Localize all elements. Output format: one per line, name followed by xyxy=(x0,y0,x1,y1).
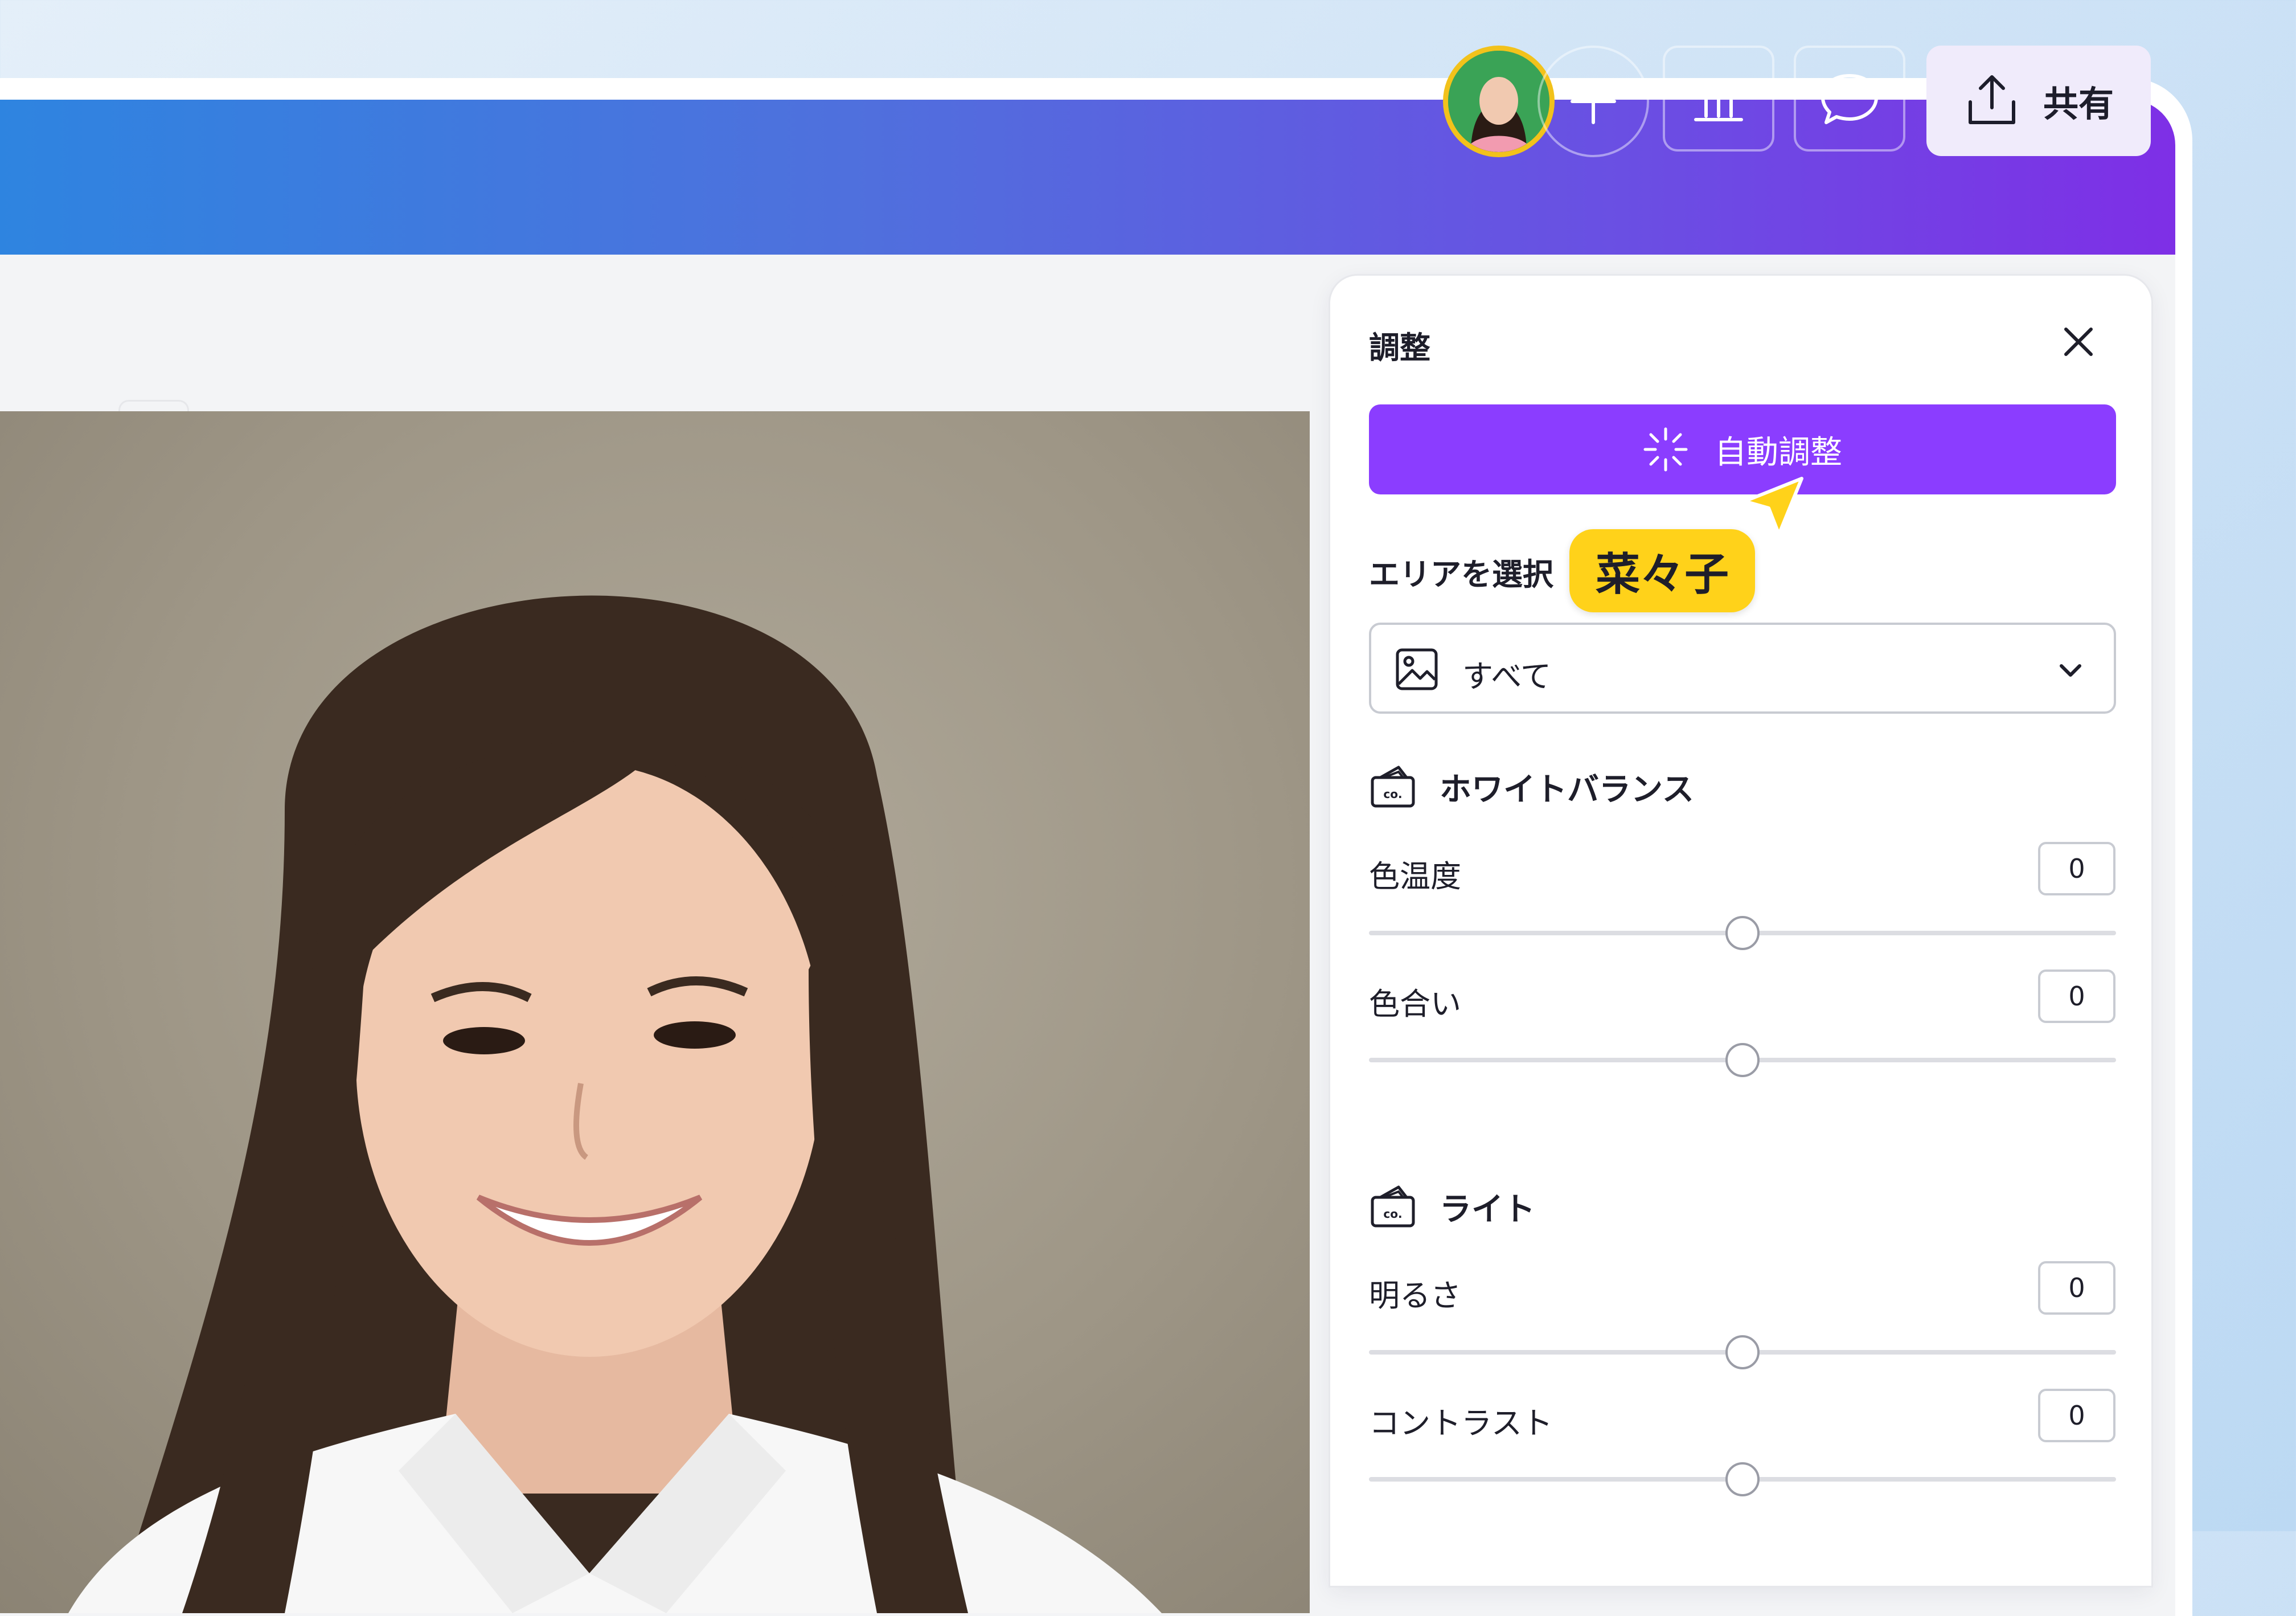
light-title: ライト xyxy=(1440,1190,1535,1228)
auto-adjust-label: 自動調整 xyxy=(1715,433,1842,471)
tint-value[interactable]: 0 xyxy=(2038,969,2115,1023)
contrast-value[interactable]: 0 xyxy=(2038,1389,2115,1442)
collaborator-name: 菜々子 xyxy=(1596,549,1729,600)
canvas-photo[interactable] xyxy=(0,411,1310,1613)
close-icon xyxy=(2064,328,2093,356)
area-select-dropdown[interactable]: すべて xyxy=(1369,623,2116,714)
add-collaborator-button[interactable] xyxy=(1538,46,1649,157)
brightness-label: 明るさ xyxy=(1369,1278,1461,1314)
brightness-value[interactable]: 0 xyxy=(2038,1261,2115,1315)
svg-text:co.: co. xyxy=(1383,1207,1402,1221)
portrait-illustration xyxy=(68,595,1162,1613)
color-temperature-value[interactable]: 0 xyxy=(2038,842,2115,895)
magic-sparkle-icon xyxy=(1643,427,1688,472)
color-temperature-label: 色温度 xyxy=(1369,858,1461,894)
color-temperature-slider[interactable] xyxy=(1369,916,2116,950)
slider-thumb[interactable] xyxy=(1725,916,1760,950)
avatar-portrait-icon xyxy=(1448,51,1549,152)
slider-thumb[interactable] xyxy=(1725,1043,1760,1077)
brightness-slider[interactable] xyxy=(1369,1335,2116,1369)
area-select-value: すべて xyxy=(1462,658,1552,694)
share-upload-icon xyxy=(1968,75,2015,124)
chevron-down-icon xyxy=(2060,664,2081,677)
white-balance-header: co. ホワイトバランス xyxy=(1369,763,1694,811)
comment-icon xyxy=(1821,74,1878,124)
light-header: co. ライト xyxy=(1369,1183,1535,1230)
close-panel-button[interactable] xyxy=(2056,319,2101,365)
white-balance-title: ホワイトバランス xyxy=(1440,771,1694,808)
svg-text:co.: co. xyxy=(1383,787,1402,801)
image-icon xyxy=(1396,648,1438,690)
plus-icon xyxy=(1571,79,1616,124)
share-button[interactable]: 共有 xyxy=(1926,46,2151,156)
share-label: 共有 xyxy=(2043,83,2114,125)
collaborator-cursor-icon xyxy=(1743,477,1803,536)
color-card-icon: co. xyxy=(1371,766,1415,808)
slider-thumb[interactable] xyxy=(1725,1462,1760,1496)
comment-button[interactable] xyxy=(1794,46,1905,152)
tint-slider[interactable] xyxy=(1369,1043,2116,1077)
area-select-label: エリアを選択 xyxy=(1369,557,1553,592)
contrast-slider[interactable] xyxy=(1369,1462,2116,1496)
collaborator-name-tag: 菜々子 xyxy=(1569,529,1756,612)
contrast-label: コントラスト xyxy=(1369,1405,1553,1441)
tint-label: 色合い xyxy=(1369,986,1461,1022)
insights-button[interactable] xyxy=(1663,46,1774,152)
color-card-icon: co. xyxy=(1371,1185,1415,1228)
insights-icon xyxy=(1694,80,1743,121)
panel-title: 調整 xyxy=(1369,330,1430,366)
slider-thumb[interactable] xyxy=(1725,1335,1760,1369)
